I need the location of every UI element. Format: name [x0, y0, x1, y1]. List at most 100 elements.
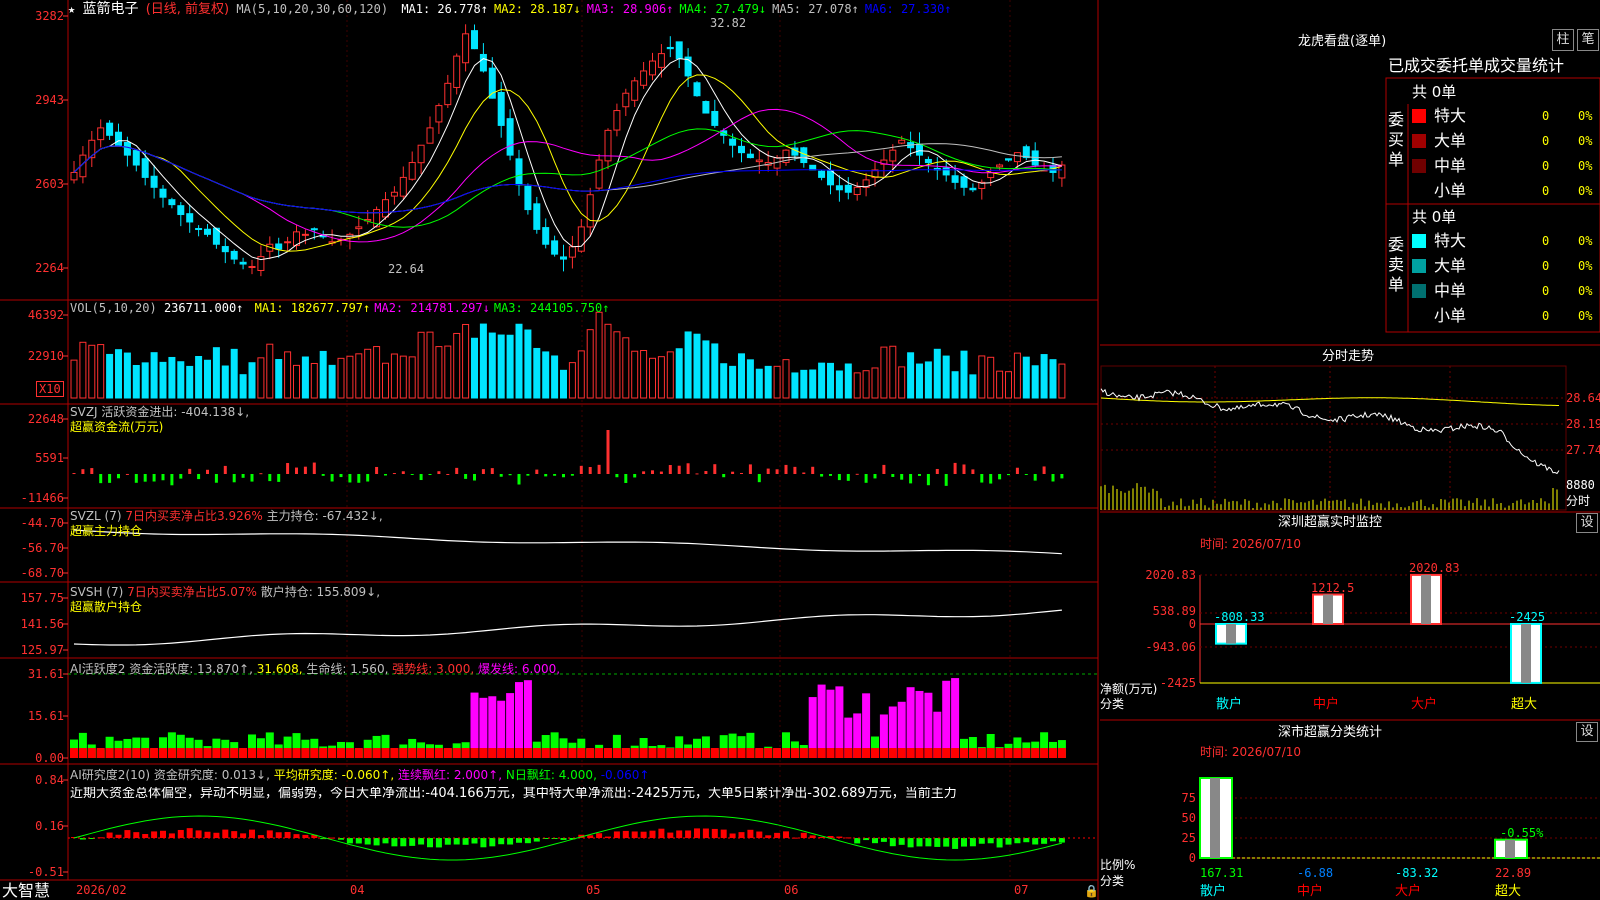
candle-body — [533, 203, 541, 230]
svsh-ticks-tick: 141.56 — [20, 617, 64, 631]
chart-canvas[interactable] — [0, 0, 1600, 900]
ai-research-bar — [533, 838, 540, 842]
svzj-bar — [677, 465, 681, 474]
svzj-bar — [909, 474, 913, 484]
svzj-bar — [971, 469, 975, 474]
ai-base-bar — [390, 748, 399, 758]
svzl-line — [73, 529, 1062, 555]
volume-bar — [195, 355, 203, 399]
ai-base-bar — [470, 748, 479, 758]
ai-research-bar — [872, 838, 878, 844]
order-row-count: 0 — [1542, 184, 1550, 198]
stats-category: 中户 — [1297, 884, 1324, 899]
volume-bar — [568, 362, 576, 399]
volume-bar — [488, 332, 496, 399]
ai-base-bar — [310, 748, 319, 758]
candle-body — [195, 228, 203, 231]
stats-settings-button[interactable]: 设 — [1576, 722, 1598, 742]
candle-body — [230, 250, 238, 260]
order-row-pct: 0% — [1578, 159, 1593, 173]
ai-research-bar — [800, 832, 807, 838]
ai-base-bar — [541, 748, 550, 758]
monitor-settings-button[interactable]: 设 — [1576, 513, 1598, 533]
ma20-line — [73, 108, 1062, 243]
sell-orders-label: 委卖单 — [1388, 235, 1405, 294]
stock-name[interactable]: 蓝箭电子 — [82, 1, 138, 17]
stats-value-label: -6.88 — [1297, 866, 1334, 880]
volume-bar — [515, 323, 523, 399]
candle-body — [177, 205, 185, 216]
candle-body — [960, 176, 968, 188]
ai-base-bar — [728, 748, 737, 758]
ai-base-bar — [399, 748, 408, 758]
ai-activity-bar — [915, 690, 924, 758]
svsh-ratio: 7日内买卖净占比5.07% — [127, 585, 257, 599]
ai-research-bar — [524, 838, 531, 844]
candle-body — [106, 122, 114, 136]
svzj-bar — [241, 474, 245, 478]
stats-category: 大户 — [1395, 884, 1422, 899]
vol-value: 236711.000↑ — [163, 301, 244, 315]
candle-body — [497, 91, 505, 126]
ai-base-bar — [604, 748, 612, 758]
svzj-bar — [722, 474, 726, 478]
stats-value-label: 22.89 — [1495, 866, 1532, 880]
svsh-ticks-tick: 157.75 — [20, 591, 64, 605]
monitor-category: 超大 — [1511, 697, 1538, 712]
monitor-bar-0 — [1215, 623, 1247, 645]
stats-category: 散户 — [1200, 884, 1227, 899]
ai-research-bar — [391, 838, 398, 847]
svzj-bar — [517, 474, 521, 485]
ai-research-bar — [444, 838, 451, 845]
volume-bar — [800, 369, 808, 399]
volume-bar — [844, 363, 852, 399]
tick-mode-button[interactable]: 笔 — [1577, 29, 1599, 51]
ai-base-bar — [176, 748, 185, 758]
candle-body — [70, 171, 78, 181]
ai-base-bar — [274, 748, 283, 758]
ai-research-bar — [409, 838, 416, 846]
svzj-bar — [615, 474, 619, 478]
candle-body — [551, 240, 559, 255]
ai-base-bar — [995, 748, 1004, 758]
volume-bar — [284, 351, 292, 399]
svzj-bar — [846, 474, 850, 481]
svzj-bar — [757, 474, 761, 483]
vol-ticks-tick: 46392 — [27, 308, 64, 322]
ai1-parts-part-0: AI活跃度2 资金活跃度: 13.870↑, — [70, 662, 253, 676]
ai-base-bar — [497, 748, 506, 758]
svzl-subtitle: 超赢主力持仓 — [70, 524, 143, 538]
volume-bar — [123, 352, 131, 399]
ai-base-bar — [292, 748, 301, 758]
candle-body — [818, 170, 826, 178]
svzj-bar — [339, 474, 343, 478]
ai-research-bar — [631, 831, 638, 838]
candle-body — [524, 185, 532, 211]
volume-bar — [996, 370, 1004, 399]
candle-body — [150, 175, 158, 188]
svzj-bar — [286, 463, 290, 474]
ai1-parts-part-4: 爆发线: 6.000, — [474, 662, 561, 676]
svzl-ticks-tick: -44.70 — [20, 516, 64, 530]
stats-bar-0 — [1199, 777, 1233, 859]
ai-research-bar — [925, 838, 932, 847]
ai-base-bar — [354, 748, 363, 758]
volume-bar — [631, 350, 639, 399]
lock-icon[interactable]: 🔒 — [1084, 884, 1099, 898]
bar-mode-button[interactable]: 柱 — [1552, 29, 1574, 51]
ai-research-bar — [133, 832, 140, 838]
svzj-bar — [1007, 474, 1010, 476]
candle-body — [275, 243, 283, 250]
vol-ma-value-1: MA1: 182677.797↑ — [254, 301, 371, 315]
volume-bar — [818, 362, 826, 399]
ai-research-bar — [498, 838, 505, 845]
volume-bar — [889, 345, 897, 399]
stats-unit: 比例% — [1100, 858, 1136, 872]
candle-body — [586, 194, 594, 228]
ai-research-group — [71, 828, 1065, 849]
svzl-prefix: SVZL (7) — [70, 509, 122, 523]
volume-bar — [524, 329, 532, 399]
svzj-subtitle: 超赢资金流(万元) — [70, 420, 164, 434]
volume-bar — [907, 352, 915, 399]
ai-base-bar — [657, 748, 666, 758]
